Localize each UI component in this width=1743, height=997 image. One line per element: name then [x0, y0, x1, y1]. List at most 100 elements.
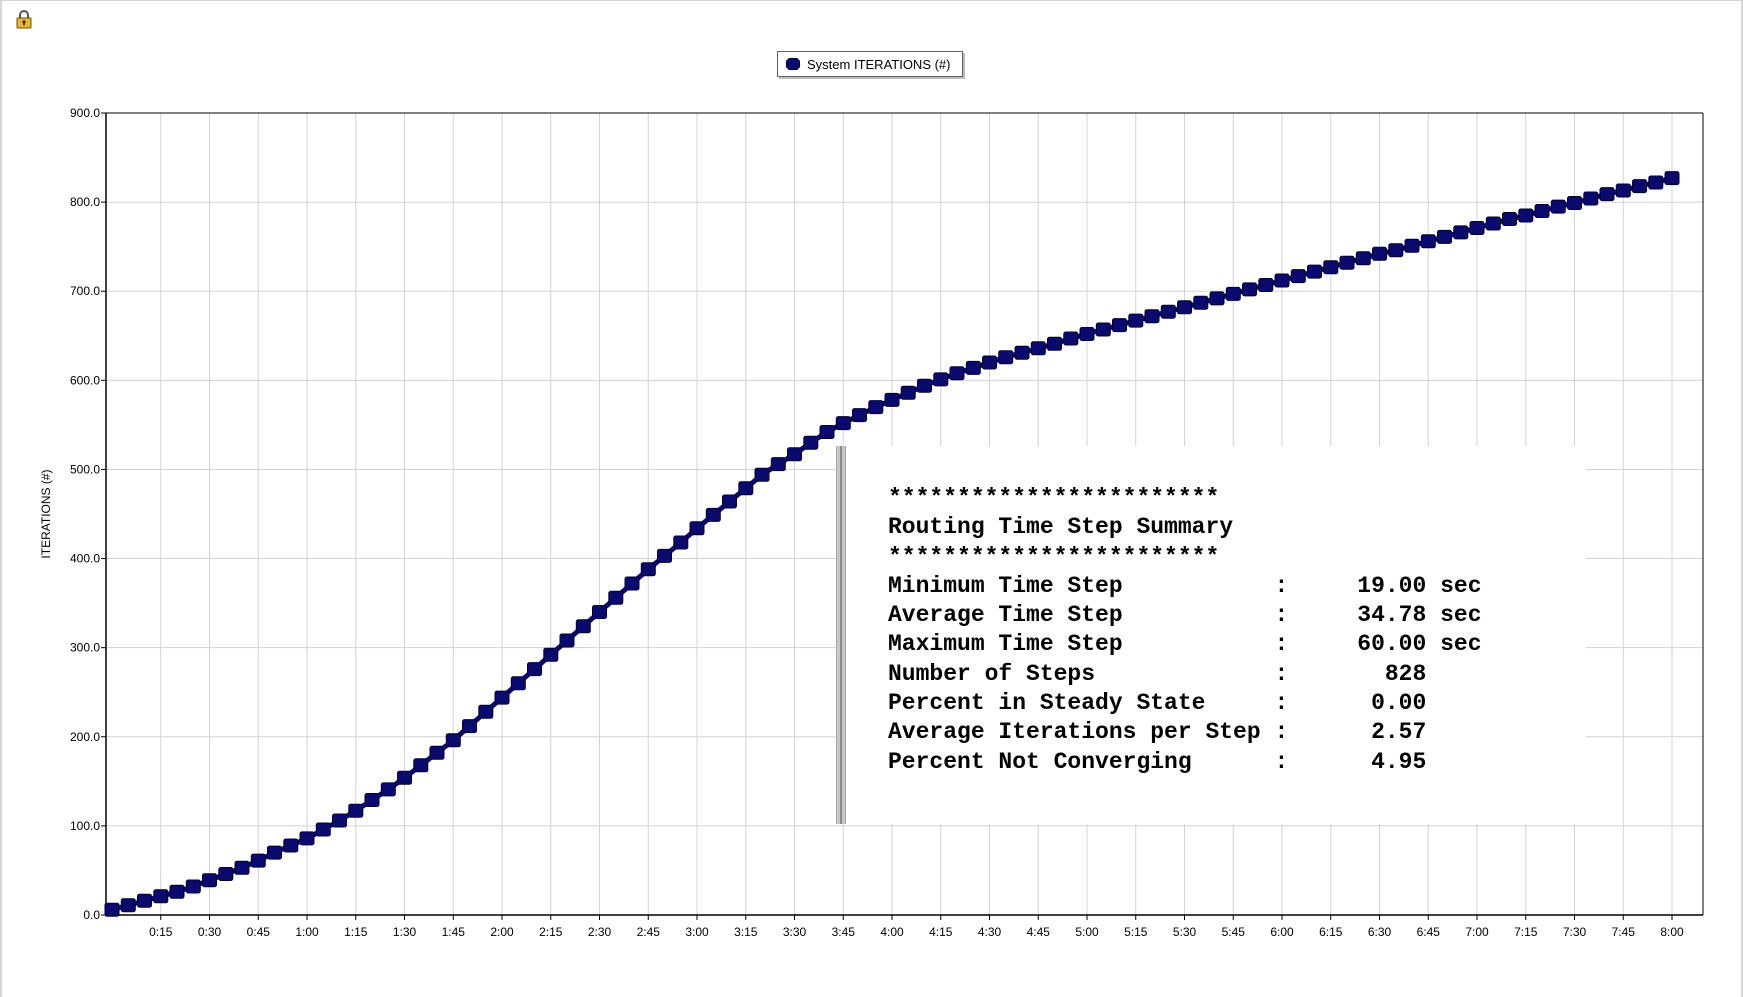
data-point: [1128, 313, 1144, 328]
data-point: [1550, 199, 1566, 214]
data-point: [787, 447, 802, 462]
x-tick-label: 8:00: [1660, 925, 1684, 939]
data-point: [202, 873, 217, 888]
data-point: [705, 507, 721, 522]
data-point: [543, 647, 559, 662]
x-tick-label: 5:00: [1075, 925, 1099, 939]
data-point: [1502, 212, 1517, 226]
data-point: [1567, 196, 1582, 210]
data-point: [1632, 179, 1647, 194]
data-point: [933, 372, 949, 387]
data-point: [917, 378, 932, 393]
x-tick-label: 4:15: [929, 925, 953, 939]
data-point: [1242, 282, 1257, 297]
data-point: [1160, 304, 1176, 319]
x-tick-label: 2:00: [490, 925, 514, 939]
data-point: [462, 719, 477, 734]
data-point: [364, 793, 380, 807]
data-point: [527, 662, 542, 677]
data-point: [413, 758, 429, 773]
data-point: [380, 782, 396, 797]
y-tick-label: 700.0: [70, 284, 100, 298]
data-point: [315, 822, 331, 837]
data-point: [738, 481, 754, 496]
data-point: [1599, 187, 1615, 202]
data-point: [1144, 309, 1160, 324]
data-point: [1583, 191, 1599, 206]
data-point: [1615, 183, 1631, 198]
data-point: [1063, 331, 1079, 346]
x-tick-label: 3:30: [783, 925, 807, 939]
data-point: [1112, 318, 1127, 333]
data-point: [559, 633, 575, 648]
x-tick-label: 7:15: [1514, 925, 1538, 939]
data-point: [1323, 260, 1339, 275]
data-point: [640, 562, 656, 577]
data-point: [429, 745, 445, 760]
x-tick-label: 6:45: [1417, 925, 1441, 939]
y-tick-label: 800.0: [70, 195, 100, 209]
data-point: [397, 770, 412, 785]
x-tick-label: 5:30: [1173, 925, 1197, 939]
data-point: [900, 385, 916, 400]
data-point: [348, 803, 364, 818]
legend-series-swatch: [786, 58, 800, 70]
data-point: [1258, 278, 1274, 292]
data-point: [884, 392, 900, 407]
data-point: [1404, 238, 1420, 253]
data-point: [1420, 234, 1436, 249]
data-point: [1079, 327, 1095, 341]
data-point: [982, 355, 997, 370]
y-tick-label: 600.0: [70, 373, 100, 387]
y-tick-label: 500.0: [70, 462, 100, 476]
data-point: [169, 884, 185, 899]
x-tick-label: 7:30: [1563, 925, 1587, 939]
data-point: [592, 605, 607, 619]
data-point: [1014, 345, 1030, 360]
routing-summary-panel: ************************ Routing Time St…: [836, 446, 1586, 824]
y-tick-label: 0.0: [83, 908, 100, 922]
data-point: [803, 435, 819, 450]
legend-series-label: System ITERATIONS (#): [807, 56, 951, 72]
data-point: [104, 902, 120, 917]
data-point: [267, 845, 282, 860]
data-point: [575, 619, 591, 634]
x-tick-label: 6:30: [1368, 925, 1392, 939]
data-point: [332, 813, 347, 828]
x-tick-label: 4:30: [978, 925, 1002, 939]
data-point: [1372, 246, 1387, 261]
data-point: [510, 676, 526, 691]
data-point: [754, 467, 770, 482]
summary-panel-splitter[interactable]: [836, 446, 846, 824]
data-point: [1339, 255, 1355, 270]
data-point: [218, 867, 234, 881]
data-point: [234, 860, 250, 875]
y-tick-label: 900.0: [70, 106, 100, 120]
data-point: [1534, 204, 1550, 218]
data-point: [153, 889, 169, 904]
x-tick-label: 7:45: [1612, 925, 1636, 939]
data-point: [657, 548, 672, 563]
data-point: [1469, 221, 1485, 235]
data-point: [722, 494, 737, 509]
x-tick-label: 0:45: [247, 925, 271, 939]
data-point: [965, 360, 981, 375]
x-tick-label: 2:30: [588, 925, 612, 939]
data-point: [185, 879, 201, 894]
chart-legend[interactable]: System ITERATIONS (#): [777, 51, 963, 77]
data-point: [673, 535, 689, 550]
x-tick-label: 3:45: [832, 925, 856, 939]
data-point: [868, 400, 884, 415]
data-point: [283, 838, 299, 853]
data-point: [770, 457, 786, 472]
x-tick-label: 1:30: [393, 925, 417, 939]
x-tick-label: 2:45: [637, 925, 661, 939]
y-tick-label: 200.0: [70, 730, 100, 744]
x-tick-label: 0:15: [149, 925, 173, 939]
data-point: [1030, 341, 1046, 356]
data-point: [1437, 229, 1452, 244]
x-tick-label: 6:15: [1319, 925, 1343, 939]
data-point: [1225, 286, 1241, 301]
data-point: [949, 366, 965, 381]
data-point: [1209, 291, 1225, 306]
